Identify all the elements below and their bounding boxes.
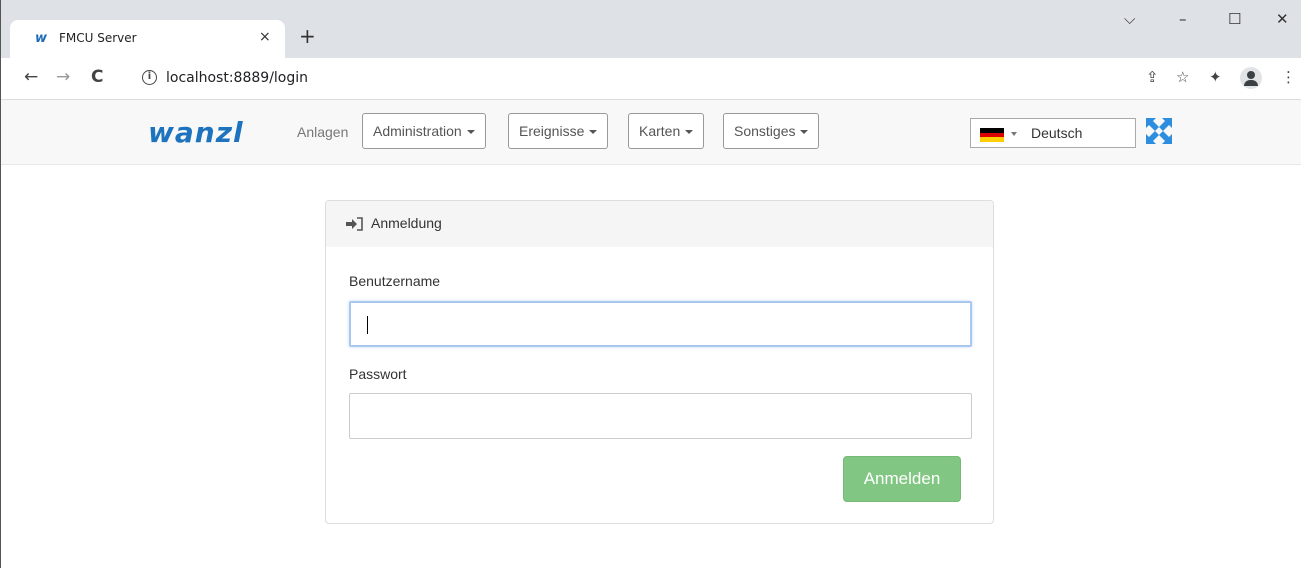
forward-icon[interactable]: → [56,67,70,87]
nav-dropdown-label: Sonstiges [734,123,796,139]
login-panel: Anmeldung Benutzername Passwort Anmelden [325,200,994,524]
tab-close-icon[interactable]: × [259,29,271,45]
username-field[interactable] [349,301,972,347]
maximize-icon[interactable]: ☐ [1228,10,1241,28]
url-text[interactable]: localhost:8889/login [166,70,308,86]
username-label: Benutzername [349,273,441,289]
back-icon[interactable]: ← [24,67,38,87]
login-button[interactable]: Anmelden [843,456,961,502]
panel-title: Anmeldung [371,215,442,231]
caret-down-icon [1011,132,1017,136]
panel-heading: Anmeldung [326,201,993,247]
extensions-icon[interactable]: ✦ [1209,68,1222,86]
nav-dropdown-ereignisse[interactable]: Ereignisse [508,113,609,149]
browser-toolbar: ← → C i localhost:8889/login ⇪ ☆ ✦ ⋮ [1,58,1301,100]
nav-dropdown-label: Administration [373,123,462,139]
tab-title: FMCU Server [59,31,137,45]
nav-dropdown-label: Karten [639,123,681,139]
german-flag-icon [980,128,1004,142]
nav-dropdown-sonstiges[interactable]: Sonstiges [723,113,820,149]
text-cursor [367,316,368,334]
language-label: Deutsch [1031,125,1083,141]
close-window-icon[interactable]: ✕ [1276,10,1289,28]
app-navbar: wanzl Anlagen Administration Ereignisse … [1,100,1301,165]
minimize-icon[interactable]: – [1179,10,1187,28]
wanzl-favicon-icon: w [35,31,47,46]
password-label: Passwort [349,366,407,382]
tab-search-chevron-icon[interactable]: ⌵ [1124,10,1135,28]
wanzl-logo[interactable]: wanzl [148,116,244,149]
caret-down-icon [800,130,809,135]
profile-avatar-icon[interactable] [1240,67,1262,89]
reload-icon[interactable]: C [91,67,103,87]
fullscreen-icon[interactable] [1145,117,1173,145]
tab-strip: w FMCU Server × + ⌵ – ☐ ✕ [1,0,1301,58]
caret-down-icon [589,130,598,135]
sign-in-icon [346,217,363,231]
caret-down-icon [466,130,475,135]
browser-window: w FMCU Server × + ⌵ – ☐ ✕ ← → C i localh… [0,0,1301,568]
language-select[interactable]: Deutsch [970,118,1136,148]
bookmark-star-icon[interactable]: ☆ [1176,68,1189,86]
site-info-icon[interactable]: i [142,70,157,85]
nav-dropdown-label: Ereignisse [519,123,585,139]
nav-link-anlagen[interactable]: Anlagen [297,124,348,140]
share-icon[interactable]: ⇪ [1146,68,1159,86]
browser-menu-icon[interactable]: ⋮ [1281,68,1296,86]
nav-dropdown-karten[interactable]: Karten [628,113,705,149]
browser-tab[interactable]: w FMCU Server × [10,20,285,58]
address-bar[interactable]: i localhost:8889/login [130,64,1200,94]
caret-down-icon [685,130,694,135]
nav-dropdown-administration[interactable]: Administration [362,113,486,149]
password-field[interactable] [349,393,972,439]
new-tab-icon[interactable]: + [299,26,316,46]
